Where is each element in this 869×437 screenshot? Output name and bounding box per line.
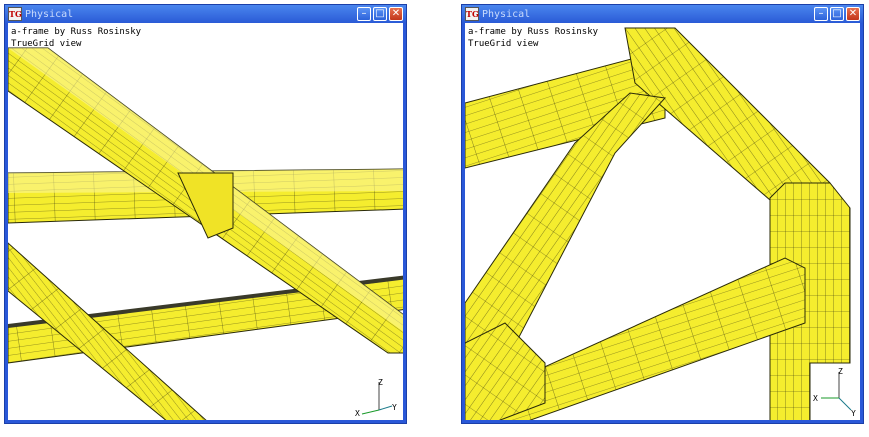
maximize-button[interactable]: □ <box>373 7 387 21</box>
axis-z-label: Z <box>378 378 383 387</box>
axis-y-label: Y <box>851 409 856 418</box>
window-title: Physical <box>25 8 74 20</box>
3d-viewport[interactable]: a-frame by Russ Rosinsky TrueGrid view Z… <box>465 23 860 420</box>
model-caption: a-frame by Russ Rosinsky TrueGrid view <box>11 26 141 50</box>
minimize-icon: – <box>361 8 367 19</box>
beam-lower-block <box>465 322 546 420</box>
close-button[interactable]: ✕ <box>846 7 860 21</box>
title-bar[interactable]: TG Physical – □ ✕ <box>462 5 863 23</box>
truegrid-app-icon: TG <box>8 7 22 21</box>
mesh-scene <box>8 47 403 420</box>
physical-window-right[interactable]: TG Physical – □ ✕ a-frame by Russ Rosins… <box>461 4 864 424</box>
mesh-scene <box>465 27 851 420</box>
maximize-button[interactable]: □ <box>830 7 844 21</box>
caption-title: a-frame by Russ Rosinsky <box>11 27 142 37</box>
minimize-button[interactable]: – <box>814 7 828 21</box>
axis-x-label: X <box>813 394 818 403</box>
maximize-icon: □ <box>375 8 385 19</box>
3d-viewport[interactable]: a-frame by Russ Rosinsky TrueGrid view Z… <box>8 23 403 420</box>
model-caption: a-frame by Russ Rosinsky TrueGrid view <box>468 26 598 50</box>
caption-title: a-frame by Russ Rosinsky <box>468 27 599 37</box>
axis-triad: Z X Y <box>355 378 397 418</box>
window-title: Physical <box>482 8 531 20</box>
title-bar[interactable]: TG Physical – □ ✕ <box>5 5 406 23</box>
caption-subtitle: TrueGrid view <box>468 39 539 49</box>
close-icon: ✕ <box>848 8 858 19</box>
axis-triad: Z X Y <box>813 368 856 418</box>
maximize-icon: □ <box>832 8 842 19</box>
physical-window-left[interactable]: TG Physical – □ ✕ a-frame by Russ Rosins… <box>4 4 407 424</box>
truegrid-app-icon: TG <box>465 7 479 21</box>
axis-x-label: X <box>355 409 360 418</box>
caption-subtitle: TrueGrid view <box>11 39 82 49</box>
close-icon: ✕ <box>391 8 401 19</box>
minimize-icon: – <box>818 8 824 19</box>
axis-z-label: Z <box>838 368 843 376</box>
close-button[interactable]: ✕ <box>389 7 403 21</box>
minimize-button[interactable]: – <box>357 7 371 21</box>
axis-y-label: Y <box>392 403 397 412</box>
